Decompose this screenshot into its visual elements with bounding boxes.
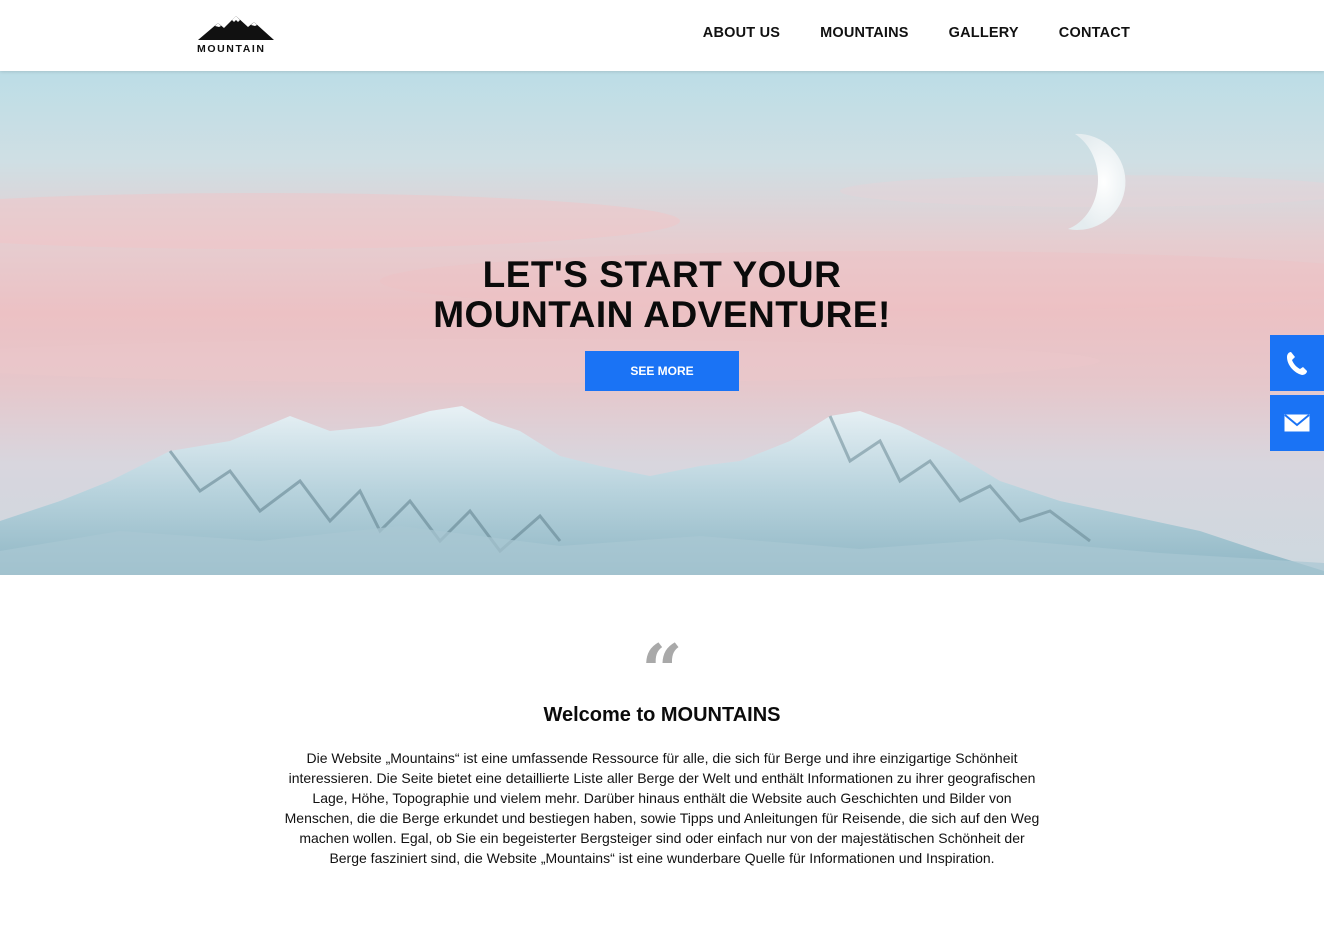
mail-contact-button[interactable] [1270, 395, 1324, 451]
see-more-button[interactable]: SEE MORE [585, 351, 739, 391]
mail-icon [1284, 414, 1310, 432]
hero-title: LET'S START YOUR MOUNTAIN ADVENTURE! [0, 255, 1324, 335]
hero-title-line2: MOUNTAIN ADVENTURE! [433, 294, 891, 335]
site-header: MOUNTAIN ABOUT US MOUNTAINS GALLERY CONT… [0, 0, 1324, 71]
nav-gallery[interactable]: GALLERY [949, 25, 1019, 41]
main-nav: ABOUT US MOUNTAINS GALLERY CONTACT [703, 25, 1130, 41]
welcome-title: Welcome to MOUNTAINS [543, 704, 781, 726]
site-logo[interactable]: MOUNTAIN [196, 15, 276, 57]
nav-mountains[interactable]: MOUNTAINS [820, 25, 909, 41]
phone-icon [1287, 352, 1307, 375]
welcome-text: Die Website „Mountains“ ist eine umfasse… [284, 750, 1040, 866]
hero-title-line1: LET'S START YOUR [482, 254, 842, 295]
logo-text: MOUNTAIN [197, 43, 266, 55]
quote-icon: “ [641, 628, 683, 713]
phone-contact-button[interactable] [1270, 335, 1324, 391]
nav-about-us[interactable]: ABOUT US [703, 25, 780, 41]
hero-section: LET'S START YOUR MOUNTAIN ADVENTURE! SEE… [0, 71, 1324, 575]
mountain-logo-icon [198, 16, 274, 40]
nav-contact[interactable]: CONTACT [1059, 25, 1130, 41]
